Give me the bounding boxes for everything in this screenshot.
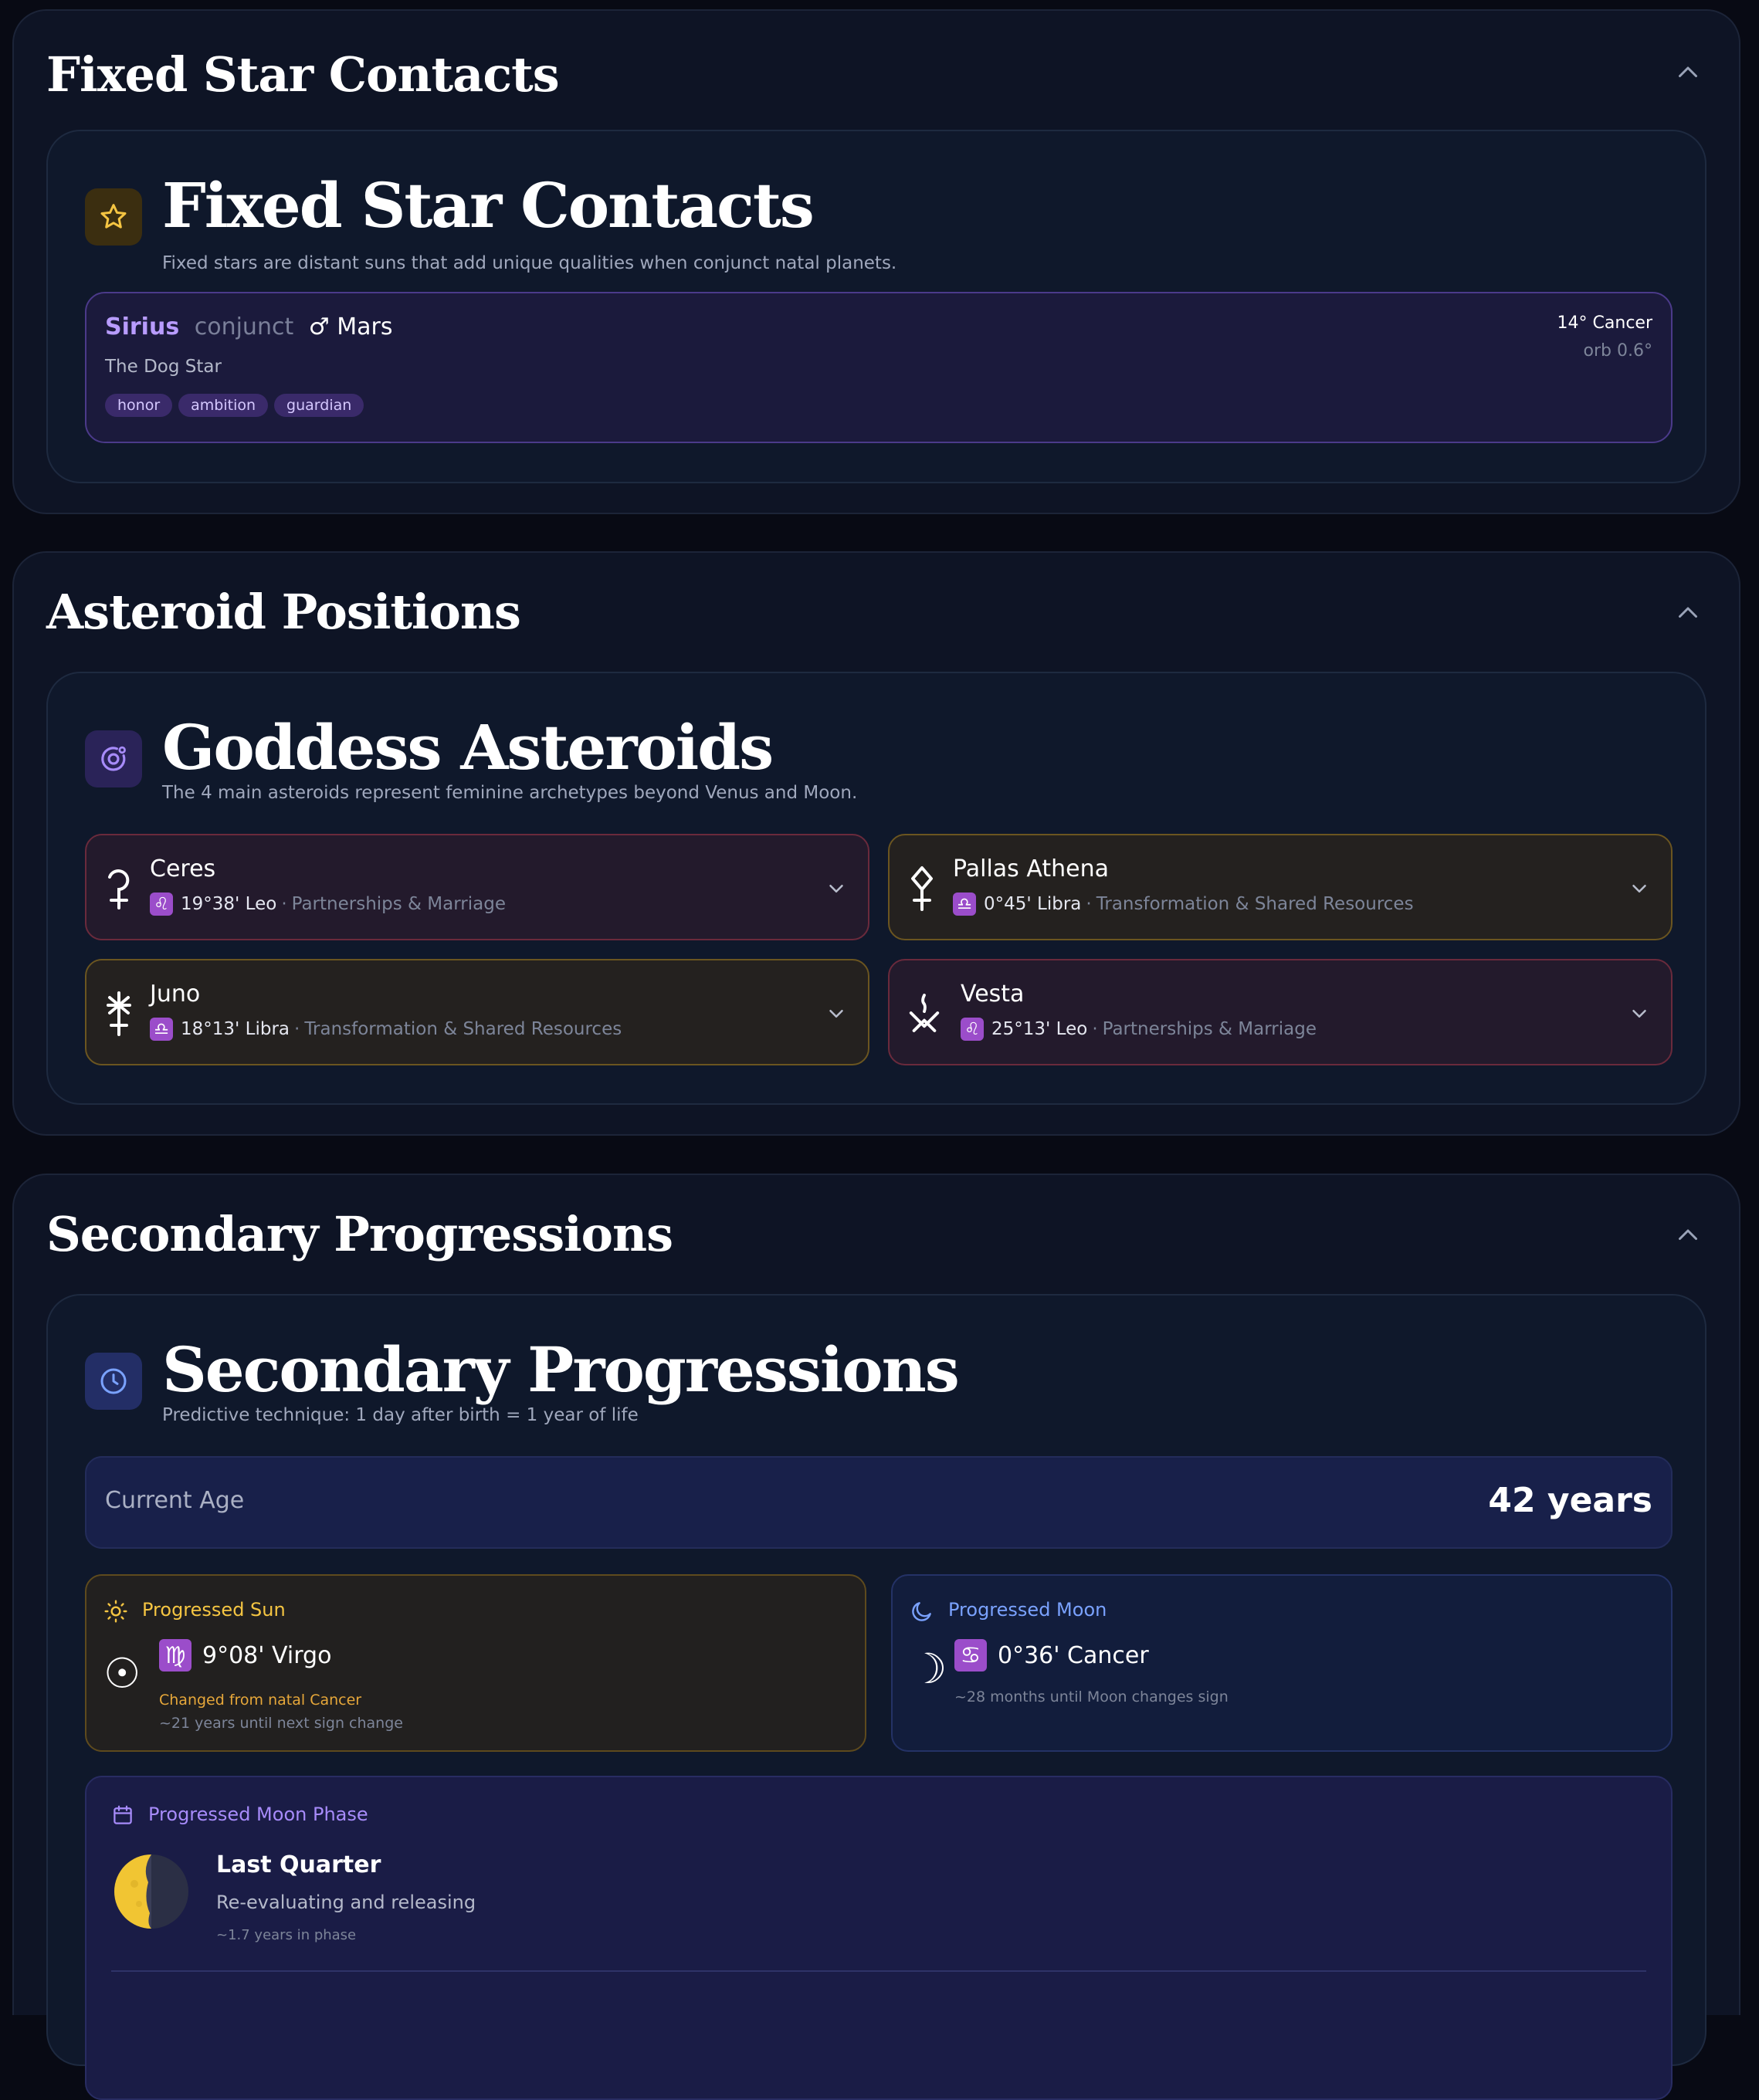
- fixed-stars-card: Fixed Star Contacts Fixed stars are dist…: [46, 130, 1706, 483]
- moon-phase-label: Progressed Moon Phase: [148, 1804, 368, 1825]
- collapse-chevron-icon[interactable]: [1674, 599, 1702, 627]
- asteroid-item-juno[interactable]: Juno ♎ 18°13' Libra · Transformation & S…: [85, 959, 869, 1065]
- separator: ·: [281, 894, 287, 914]
- moon-position: 0°36' Cancer: [998, 1641, 1149, 1669]
- asteroid-house: Transformation & Shared Resources: [1096, 894, 1414, 914]
- moon-until: ~28 months until Moon changes sign: [954, 1688, 1229, 1705]
- current-age-row: Current Age 42 years: [85, 1456, 1673, 1549]
- asteroid-details: ♌ 25°13' Leo · Partnerships & Marriage: [961, 1018, 1317, 1041]
- tag: ambition: [178, 394, 269, 417]
- chevron-down-icon[interactable]: [825, 877, 848, 900]
- chevron-down-icon[interactable]: [1628, 877, 1651, 900]
- cancer-sign-icon: ♋: [954, 1639, 987, 1672]
- separator: ·: [1092, 1019, 1098, 1039]
- asteroid-name: Juno: [150, 981, 201, 1008]
- section-title: Fixed Star Contacts: [46, 46, 560, 103]
- moon-glyph-icon: ☽: [910, 1644, 947, 1693]
- asteroid-details: ♎ 0°45' Libra · Transformation & Shared …: [953, 892, 1414, 916]
- collapse-chevron-icon[interactable]: [1674, 59, 1702, 86]
- section-title: Asteroid Positions: [46, 584, 521, 640]
- contact-heading: Sirius conjunct ♂ Mars: [105, 313, 392, 340]
- sun-position-row: ♍ 9°08' Virgo: [159, 1639, 331, 1672]
- goddess-asteroids-card: Goddess Asteroids The 4 main asteroids r…: [46, 672, 1706, 1105]
- sun-until: ~21 years until next sign change: [159, 1715, 403, 1732]
- separator: ·: [1086, 894, 1092, 914]
- ceres-glyph-icon: [108, 869, 130, 909]
- fixed-stars-section: Fixed Star Contacts Fixed Star Contacts …: [12, 9, 1740, 514]
- star-nickname: The Dog Star: [105, 357, 222, 377]
- moon-phase-name: Last Quarter: [216, 1851, 381, 1878]
- current-age-value: 42 years: [1488, 1481, 1652, 1520]
- asteroid-position: 18°13' Libra: [181, 1019, 290, 1039]
- mars-icon: ♂: [308, 313, 330, 340]
- tag: honor: [105, 394, 173, 417]
- separator: ·: [294, 1019, 300, 1039]
- leo-sign-icon: ♌: [961, 1018, 984, 1041]
- asteroid-item-pallas-athena[interactable]: Pallas Athena ♎ 0°45' Libra · Transforma…: [888, 834, 1673, 940]
- asteroid-details: ♌ 19°38' Leo · Partnerships & Marriage: [150, 892, 506, 916]
- asteroid-item-ceres[interactable]: Ceres ♌ 19°38' Leo · Partnerships & Marr…: [85, 834, 869, 940]
- progressed-moon-card[interactable]: Progressed Moon ☽ ♋ 0°36' Cancer ~28 mon…: [891, 1574, 1673, 1752]
- current-age-label: Current Age: [105, 1487, 245, 1514]
- asteroid-name: Pallas Athena: [953, 855, 1109, 882]
- sun-position: 9°08' Virgo: [202, 1641, 332, 1669]
- asteroid-position: 0°45' Libra: [984, 894, 1082, 914]
- asteroid-item-vesta[interactable]: Vesta ♌ 25°13' Leo · Partnerships & Marr…: [888, 959, 1673, 1065]
- fixed-star-contact[interactable]: Sirius conjunct ♂ Mars The Dog Star hono…: [85, 292, 1673, 443]
- star-icon: [85, 188, 142, 246]
- pallas-glyph-icon: [911, 866, 933, 911]
- card-title: Goddess Asteroids: [162, 711, 774, 784]
- sun-note: Changed from natal Cancer: [159, 1692, 362, 1709]
- tag: guardian: [274, 394, 364, 417]
- star-name: Sirius: [105, 313, 180, 340]
- progressed-moon-phase-card[interactable]: Progressed Moon Phase Last Quarter Re-ev…: [85, 1776, 1673, 2100]
- progressed-sun-label: Progressed Sun: [142, 1599, 286, 1621]
- section-title: Secondary Progressions: [46, 1206, 673, 1262]
- asteroid-house: Partnerships & Marriage: [291, 894, 506, 914]
- virgo-sign-icon: ♍: [159, 1639, 191, 1672]
- orbit-icon: [85, 730, 142, 788]
- asteroid-name: Ceres: [150, 855, 216, 882]
- collapse-chevron-icon[interactable]: [1674, 1221, 1702, 1249]
- moon-icon: [912, 1602, 931, 1621]
- asteroids-section: Asteroid Positions Goddess Asteroids The…: [12, 551, 1740, 1136]
- moon-phase-duration: ~1.7 years in phase: [216, 1927, 357, 1943]
- vesta-glyph-icon: [909, 994, 940, 1032]
- card-title: Fixed Star Contacts: [162, 169, 815, 242]
- libra-sign-icon: ♎: [150, 1018, 173, 1041]
- secondary-progressions-card: Secondary Progressions Predictive techni…: [46, 1294, 1706, 2100]
- progressed-sun-card[interactable]: Progressed Sun ☉ ♍ 9°08' Virgo Changed f…: [85, 1574, 866, 1752]
- moon-phase-description: Re-evaluating and releasing: [216, 1892, 476, 1913]
- last-quarter-moon-icon: [114, 1854, 188, 1929]
- chevron-down-icon[interactable]: [1628, 1002, 1651, 1025]
- planet-name: Mars: [337, 313, 393, 340]
- asteroid-name: Vesta: [961, 981, 1025, 1008]
- card-title: Secondary Progressions: [162, 1333, 960, 1406]
- clock-icon: [85, 1353, 142, 1410]
- progressed-moon-label: Progressed Moon: [948, 1599, 1107, 1621]
- leo-sign-icon: ♌: [150, 892, 173, 916]
- juno-glyph-icon: [107, 991, 131, 1036]
- calendar-icon: [114, 1805, 132, 1824]
- chevron-down-icon[interactable]: [825, 1002, 848, 1025]
- tag-list: honor ambition guardian: [105, 394, 370, 417]
- libra-sign-icon: ♎: [953, 892, 976, 916]
- asteroid-house: Transformation & Shared Resources: [304, 1019, 622, 1039]
- asteroid-position: 25°13' Leo: [991, 1019, 1088, 1039]
- star-orb: orb 0.6°: [1583, 341, 1652, 361]
- asteroid-house: Partnerships & Marriage: [1102, 1019, 1317, 1039]
- moon-position-row: ♋ 0°36' Cancer: [954, 1639, 1149, 1672]
- card-subtitle: The 4 main asteroids represent feminine …: [162, 783, 858, 803]
- asteroid-position: 19°38' Leo: [181, 894, 277, 914]
- progressions-section: Secondary Progressions Secondary Progres…: [12, 1174, 1740, 2100]
- card-subtitle: Predictive technique: 1 day after birth …: [162, 1405, 639, 1425]
- aspect-label: conjunct: [194, 313, 294, 340]
- sun-glyph-icon: ☉: [103, 1649, 141, 1698]
- star-position: 14° Cancer: [1557, 313, 1652, 333]
- card-subtitle: Fixed stars are distant suns that add un…: [162, 253, 897, 273]
- sun-icon: [104, 1600, 127, 1623]
- asteroid-details: ♎ 18°13' Libra · Transformation & Shared…: [150, 1018, 622, 1041]
- divider: [111, 1970, 1646, 1972]
